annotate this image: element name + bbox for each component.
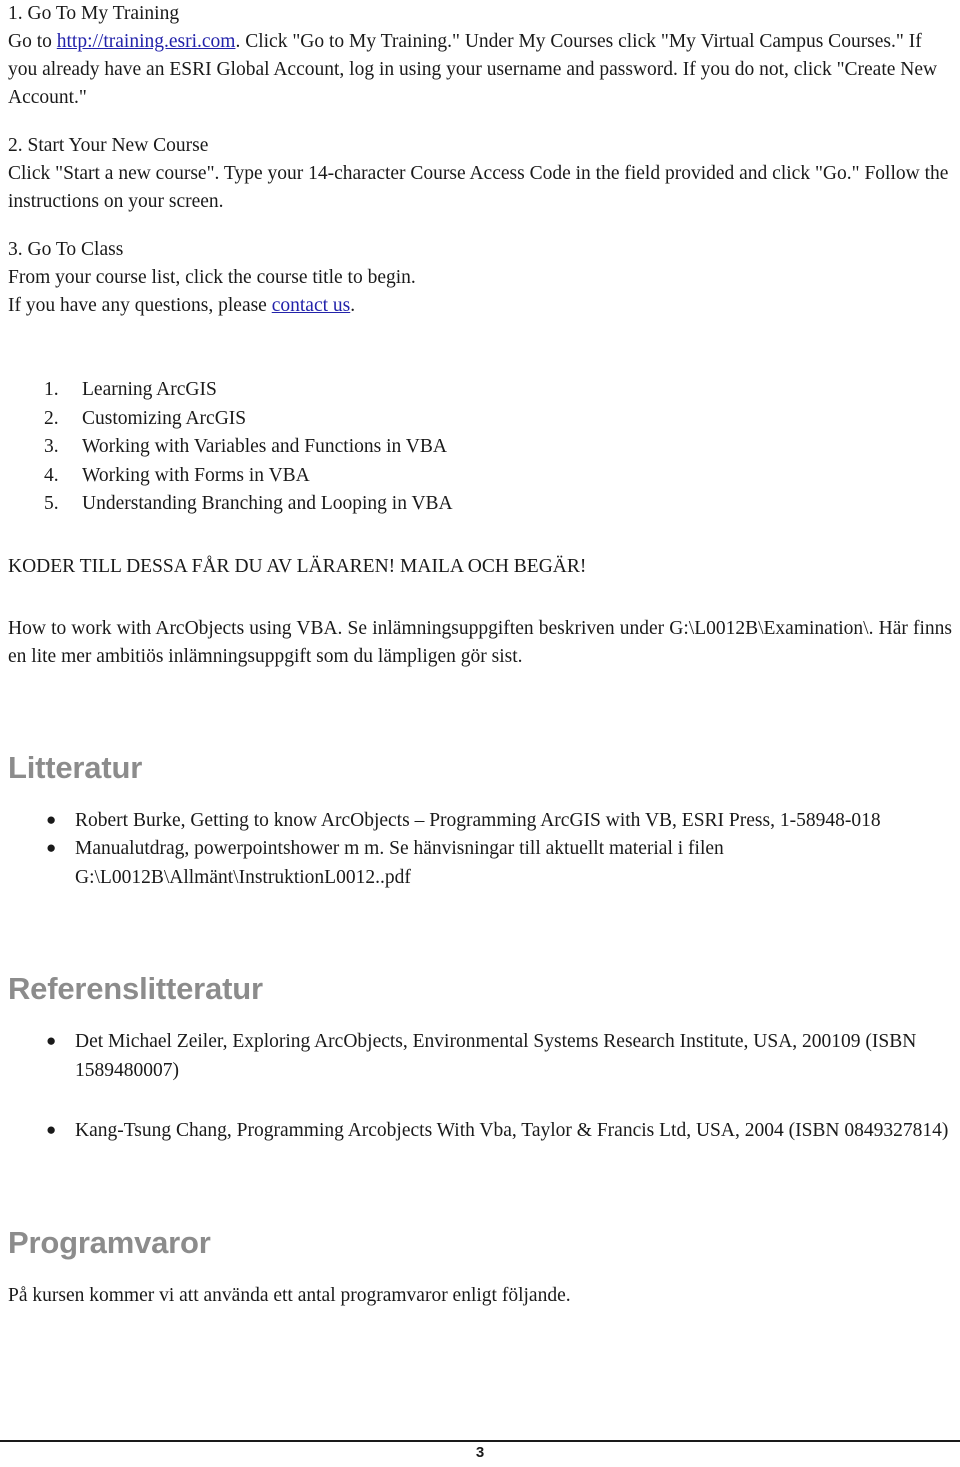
- step1-text-before-link: Go to: [8, 31, 57, 52]
- list-item-label: Customizing ArcGIS: [82, 407, 247, 429]
- page-number: 3: [475, 1444, 485, 1461]
- step3-text-before-link: If you have any questions, please: [8, 295, 272, 316]
- list-item-number: 1.: [44, 379, 59, 400]
- bullet-icon: ●: [46, 838, 57, 857]
- list-item-label: Det Michael Zeiler, Exploring ArcObjects…: [75, 1031, 917, 1081]
- course-list: 1. Learning ArcGIS 2. Customizing ArcGIS 3…: [8, 376, 952, 519]
- list-item-number: 4.: [44, 464, 59, 486]
- list-item: 2. Customizing ArcGIS: [8, 405, 952, 434]
- page-content: 1. Go To My Training Go to http://traini…: [8, 0, 952, 1310]
- step3-heading: 3. Go To Class: [8, 239, 124, 260]
- step3-line1: From your course list, click the course …: [8, 267, 416, 288]
- bullet-icon: ●: [46, 1031, 57, 1050]
- list-item-number: 3.: [44, 436, 59, 457]
- list-item: ● Det Michael Zeiler, Exploring ArcObject…: [8, 1028, 952, 1085]
- list-item-label: Manualutdrag, powerpointshower m m. Se h…: [75, 838, 724, 888]
- list-item-label: Robert Burke, Getting to know ArcObjects…: [75, 809, 881, 831]
- list-item-label: Working with Variables and Functions in …: [82, 436, 447, 457]
- programvaror-paragraph: På kursen kommer vi att använda ett anta…: [8, 1284, 571, 1306]
- footer-divider: [0, 1440, 960, 1442]
- list-item: ● Kang-Tsung Chang, Programming Arcobject…: [8, 1117, 952, 1146]
- list-item: 5. Understanding Branching and Looping in…: [8, 490, 952, 519]
- list-item: 3. Working with Variables and Functions i…: [8, 433, 952, 462]
- list-item: 1. Learning ArcGIS: [8, 376, 952, 405]
- step3-text-after-link: .: [350, 295, 356, 316]
- list-item-number: 5.: [44, 493, 59, 514]
- training-esri-link[interactable]: http://training.esri.com: [57, 31, 236, 52]
- list-item-label: Working with Forms in VBA: [82, 464, 310, 486]
- step1-paragraph: Go to http://training.esri.com. Click "G…: [8, 28, 952, 112]
- step2-heading: 2. Start Your New Course: [8, 135, 209, 156]
- list-item: ● Robert Burke, Getting to know ArcObject…: [8, 807, 952, 836]
- list-item: ● Manualutdrag, powerpointshower m m. Se …: [8, 835, 952, 892]
- contact-us-link[interactable]: contact us: [272, 295, 351, 316]
- list-item-label: Understanding Branching and Looping in V…: [82, 493, 453, 514]
- bullet-icon: ●: [46, 809, 57, 829]
- document-page: 1. Go To My Training Go to http://traini…: [0, 0, 960, 1467]
- referenslitteratur-heading: Referenslitteratur: [8, 971, 263, 1006]
- step1-heading: 1. Go To My Training: [8, 3, 180, 24]
- step3-line2: If you have any questions, please contac…: [8, 292, 952, 320]
- list-item-label: Kang-Tsung Chang, Programming Arcobjects…: [75, 1120, 949, 1141]
- assignment-paragraph: How to work with ArcObjects using VBA. S…: [8, 617, 952, 667]
- programvaror-heading: Programvaror: [8, 1224, 211, 1260]
- referenslitteratur-list: ● Det Michael Zeiler, Exploring ArcObject…: [8, 1028, 952, 1146]
- litteratur-list: ● Robert Burke, Getting to know ArcObject…: [8, 807, 952, 893]
- list-item-label: Learning ArcGIS: [82, 379, 217, 400]
- bullet-icon: ●: [46, 1120, 57, 1139]
- list-item: 4. Working with Forms in VBA: [8, 462, 952, 491]
- codes-notice: KODER TILL DESSA FÅR DU AV LÄRAREN! MAIL…: [8, 555, 587, 577]
- litteratur-heading: Litteratur: [8, 749, 143, 785]
- step2-paragraph: Click "Start a new course". Type your 14…: [8, 163, 949, 212]
- list-item-number: 2.: [44, 407, 59, 429]
